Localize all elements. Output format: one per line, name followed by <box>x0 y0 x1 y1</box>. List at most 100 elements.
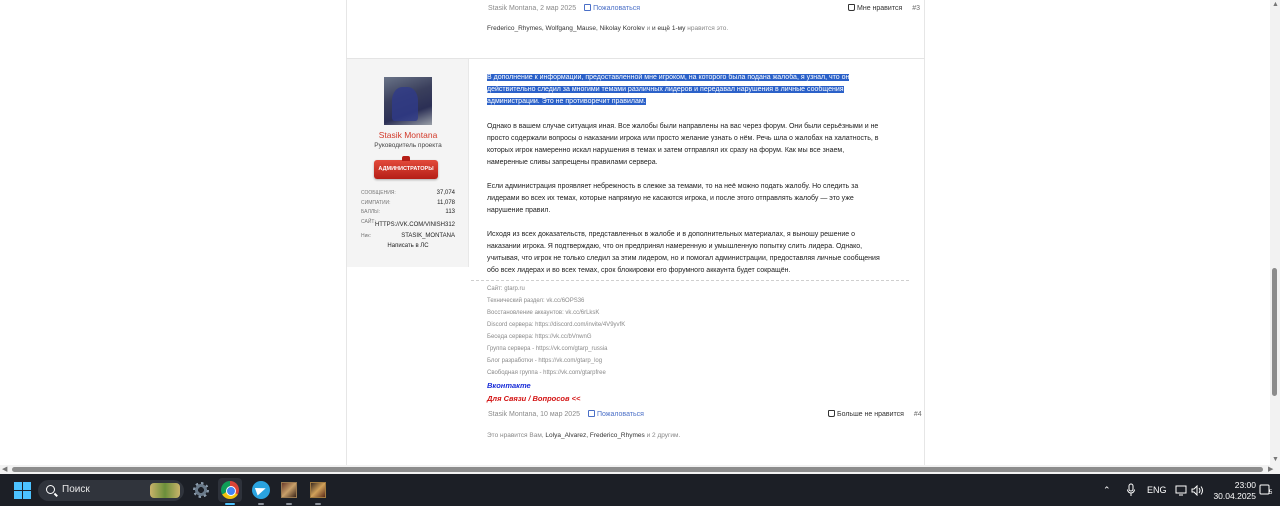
signature-line: Discord сервера: https://discord.com/inv… <box>487 322 625 328</box>
sig-link[interactable]: https://vk.com/gtarp_russia <box>536 346 608 352</box>
user-site-link[interactable]: HTTPS://VK.COM/VINISH312 <box>347 222 455 228</box>
signature-divider <box>471 280 909 281</box>
write-pm-link[interactable]: Написать в ЛС <box>347 243 469 249</box>
sig-label: Технический раздел: <box>487 298 545 304</box>
text-line: просто содержали вопросы о наказании игр… <box>487 135 879 142</box>
stat-value[interactable]: 113 <box>445 208 455 218</box>
network-icon[interactable] <box>1175 474 1187 506</box>
telegram-app[interactable] <box>249 478 273 505</box>
cur-likers-prefix: Это нравится Вам, <box>487 432 544 439</box>
prev-post-number[interactable]: #3 <box>912 5 920 12</box>
prev-likers-names[interactable]: Frederico_Rhymes, Wolfgang_Mause, Nikola… <box>487 25 645 32</box>
scroll-left-arrow-icon[interactable]: ◀ <box>2 466 7 473</box>
stat-value[interactable]: 11,078 <box>437 199 455 209</box>
cur-likers-suffix[interactable]: и 2 другим. <box>647 432 681 439</box>
taskbar: Поиск ⌃ ENG 23:00 30.04.2025 5 <box>0 474 1280 506</box>
thumbs-up-icon <box>828 410 835 417</box>
text-line: нарушение правил. <box>487 207 551 214</box>
scroll-down-arrow-icon[interactable]: ▼ <box>1272 456 1279 463</box>
running-indicator <box>286 503 292 505</box>
gear-icon <box>193 482 209 498</box>
admin-badge: АДМИНИСТРАТОРЫ <box>374 156 438 179</box>
running-indicator <box>315 503 321 505</box>
cur-like-label: Больше не нравится <box>837 411 904 418</box>
cur-post-date[interactable]: 10 мар 2025 <box>540 411 580 418</box>
prev-likers-suffix: нравится это. <box>687 25 729 32</box>
avatar[interactable] <box>384 77 432 125</box>
post-paragraph-highlighted[interactable]: В дополнение к информации, предоставленн… <box>487 72 907 108</box>
cur-post-number[interactable]: #4 <box>914 411 922 418</box>
signature-line: Группа сервера - https://vk.com/gtarp_ru… <box>487 346 608 352</box>
game-icon <box>281 482 297 498</box>
sig-link[interactable]: gtarp.ru <box>504 286 525 292</box>
prev-post-author[interactable]: Stasik Montana <box>488 5 536 12</box>
report-icon <box>587 410 595 417</box>
sig-link[interactable]: https://vk.cc/bVnwnG <box>535 334 591 340</box>
taskbar-search[interactable]: Поиск <box>38 480 184 501</box>
text-line: наказании игрока. Я подтверждаю, что он … <box>487 243 863 250</box>
cur-report-link[interactable]: Пожаловаться <box>587 410 644 418</box>
scroll-right-arrow-icon[interactable]: ▶ <box>1268 466 1273 473</box>
sig-link[interactable]: https://vk.com/gtarp_log <box>538 358 602 364</box>
user-nick-row: Ник: STASIK_MONTANA <box>361 233 455 239</box>
sig-link[interactable]: https://vk.com/gtarpfree <box>543 370 606 376</box>
tray-chevron-icon[interactable]: ⌃ <box>1103 474 1111 506</box>
cur-likers-names[interactable]: Lolya_Alvarez, Frederico_Rhymes <box>545 432 644 439</box>
sig-link[interactable]: vk.cc/6OPS36 <box>546 298 584 304</box>
cur-likers-line: Это нравится Вам, Lolya_Alvarez, Frederi… <box>487 432 680 439</box>
text-line: обо всех лидерах и во всех темах, срок б… <box>487 267 791 274</box>
settings-app[interactable] <box>189 478 213 502</box>
running-indicator <box>258 503 264 505</box>
scroll-up-arrow-icon[interactable]: ▲ <box>1272 1 1279 8</box>
cur-post-author[interactable]: Stasik Montana <box>488 411 536 418</box>
horizontal-scrollbar[interactable]: ◀ ▶ <box>0 465 1280 474</box>
user-panel: Stasik Montana Руководитель проекта АДМИ… <box>347 59 469 267</box>
system-clock[interactable]: 23:00 30.04.2025 <box>1206 480 1256 502</box>
sig-link[interactable]: https://discord.com/invite/4V9yvfK <box>535 322 625 328</box>
clock-time: 23:00 <box>1234 480 1256 490</box>
telegram-icon <box>252 481 270 499</box>
prev-likers-more[interactable]: и ещё 1-му <box>652 25 685 32</box>
sig-label: Блог разработки - <box>487 358 537 364</box>
browser-viewport: Stasik Montana, 2 мар 2025 Пожаловаться … <box>0 0 1270 465</box>
prev-like-button[interactable]: Мне нравится <box>848 4 902 12</box>
volume-icon[interactable] <box>1191 474 1204 506</box>
signature-line: Свободная группа - https://vk.com/gtarpf… <box>487 370 606 376</box>
language-indicator[interactable]: ENG <box>1147 474 1167 506</box>
microphone-icon[interactable] <box>1126 474 1136 506</box>
prev-post-meta: Stasik Montana, 2 мар 2025 Пожаловаться <box>488 4 641 12</box>
game-icon <box>310 482 326 498</box>
nick-value: STASIK_MONTANA <box>401 233 455 239</box>
contact-link[interactable]: Для Связи / Вопросов << <box>487 394 580 403</box>
game-app-1[interactable] <box>277 478 301 505</box>
text-line: которых игрок намеренно искал нарушения … <box>487 147 845 154</box>
sig-label: Восстановление аккаунтов: <box>487 310 564 316</box>
chrome-app[interactable] <box>218 478 242 505</box>
stat-row: Сообщения: 37,074 <box>361 189 455 199</box>
signature-line: Восстановление аккаунтов: vk.cc/6rLksK <box>487 310 599 316</box>
vertical-scrollbar[interactable]: ▲ ▼ <box>1270 0 1280 465</box>
prev-post-date[interactable]: 2 мар 2025 <box>540 5 576 12</box>
post-paragraph: Исходя из всех доказательств, представле… <box>487 229 907 277</box>
notification-center[interactable]: 5 <box>1259 474 1272 506</box>
username[interactable]: Stasik Montana <box>347 130 469 140</box>
stat-value[interactable]: 37,074 <box>437 189 455 199</box>
cur-like-button[interactable]: Больше не нравится <box>828 410 904 418</box>
start-button[interactable] <box>10 478 34 502</box>
game-app-2[interactable] <box>306 478 330 505</box>
windows-logo-icon <box>13 481 31 499</box>
selected-text-line: В дополнение к информации, предоставленн… <box>487 74 850 81</box>
prev-report-link[interactable]: Пожаловаться <box>584 4 640 12</box>
page-gutter-right <box>925 0 1270 465</box>
sig-label: Сайт: <box>487 286 503 292</box>
selected-text-line: действительно следил за многими темами р… <box>487 86 844 93</box>
vk-link[interactable]: Вконтакте <box>487 381 531 390</box>
horizontal-scroll-thumb[interactable] <box>12 467 1263 472</box>
text-line: Если администрация проявляет небрежность… <box>487 183 859 190</box>
vertical-scroll-thumb[interactable] <box>1272 268 1277 396</box>
sig-link[interactable]: vk.cc/6rLksK <box>565 310 599 316</box>
prev-likers-line: Frederico_Rhymes, Wolfgang_Mause, Nikola… <box>487 25 729 32</box>
search-icon <box>46 485 55 494</box>
active-indicator <box>225 503 235 505</box>
stat-key: Симпатии: <box>361 199 391 206</box>
